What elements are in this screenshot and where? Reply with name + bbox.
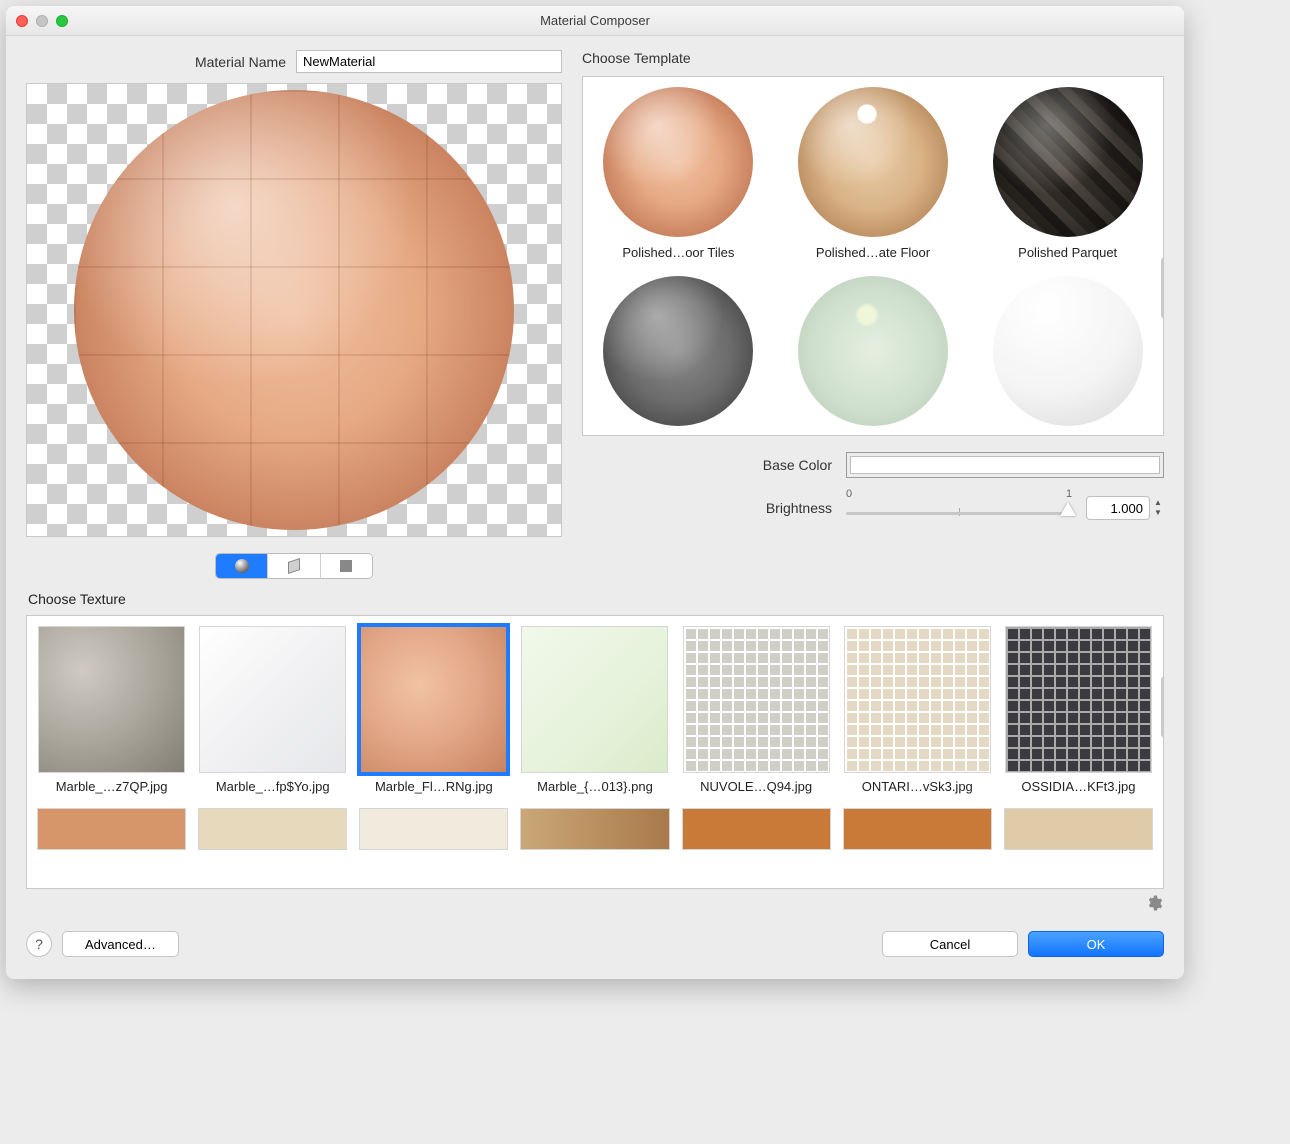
brightness-track	[846, 512, 1072, 515]
texture-item[interactable]: Marble_{…013}.png	[520, 626, 669, 794]
ok-button[interactable]: OK	[1028, 931, 1164, 957]
template-item[interactable]	[784, 272, 963, 436]
preview-shape-switch	[215, 553, 373, 579]
template-label: Polished Parquet	[978, 245, 1157, 260]
template-item[interactable]: Polished Parquet	[978, 83, 1157, 262]
cube-icon	[288, 558, 300, 574]
cancel-button[interactable]: Cancel	[882, 931, 1018, 957]
template-label: Polished…ate Floor	[784, 245, 963, 260]
template-scrollbar-thumb[interactable]	[1161, 257, 1164, 319]
texture-item[interactable]: Marble_…z7QP.jpg	[37, 626, 186, 794]
template-item[interactable]	[589, 272, 768, 436]
texture-item[interactable]	[843, 808, 992, 850]
brightness-max-label: 1	[1066, 488, 1072, 500]
template-label: Polished…oor Tiles	[589, 245, 768, 260]
texture-label: Marble_…z7QP.jpg	[37, 779, 186, 794]
brightness-input[interactable]	[1086, 496, 1150, 520]
texture-label: Marble_{…013}.png	[520, 779, 669, 794]
material-name-input[interactable]	[296, 50, 562, 73]
texture-thumbnail	[199, 626, 346, 773]
brightness-label: Brightness	[582, 500, 832, 516]
choose-template-heading: Choose Template	[582, 50, 1164, 66]
texture-label: OSSIDIA…KFt3.jpg	[1004, 779, 1153, 794]
texture-item[interactable]	[198, 808, 347, 850]
help-button[interactable]: ?	[26, 931, 52, 957]
brightness-thumb[interactable]	[1060, 502, 1076, 516]
texture-label: ONTARI…vSk3.jpg	[843, 779, 992, 794]
texture-item[interactable]: NUVOLE…Q94.jpg	[682, 626, 831, 794]
texture-item[interactable]: OSSIDIA…KFt3.jpg	[1004, 626, 1153, 794]
texture-scrollbar-thumb[interactable]	[1161, 676, 1164, 738]
texture-label: Marble_Fl…RNg.jpg	[359, 779, 508, 794]
texture-list[interactable]: Marble_…z7QP.jpg Marble_…fp$Yo.jpg Marble_…	[26, 615, 1164, 889]
brightness-step-up[interactable]: ▲	[1154, 499, 1164, 507]
window-title: Material Composer	[6, 13, 1184, 28]
texture-thumbnail	[683, 626, 830, 773]
template-item[interactable]: Polished…oor Tiles	[589, 83, 768, 262]
template-item[interactable]	[978, 272, 1157, 436]
choose-texture-heading: Choose Texture	[28, 591, 1164, 607]
material-composer-window: Material Composer Material Name	[6, 6, 1184, 979]
texture-item[interactable]	[682, 808, 831, 850]
texture-thumbnail	[360, 626, 507, 773]
preview-sphere-button[interactable]	[216, 554, 268, 578]
texture-item[interactable]	[37, 808, 186, 850]
base-color-label: Base Color	[582, 457, 832, 473]
texture-item[interactable]: Marble_Fl…RNg.jpg	[359, 626, 508, 794]
preview-cube-button[interactable]	[268, 554, 320, 578]
brightness-min-label: 0	[846, 488, 852, 500]
texture-item[interactable]	[1004, 808, 1153, 850]
template-preview-sphere	[603, 87, 753, 237]
titlebar: Material Composer	[6, 6, 1184, 36]
sphere-icon	[235, 559, 249, 573]
advanced-button[interactable]: Advanced…	[62, 931, 179, 957]
preview-sphere	[74, 90, 514, 530]
texture-item[interactable]: Marble_…fp$Yo.jpg	[198, 626, 347, 794]
template-item[interactable]: Polished…ate Floor	[784, 83, 963, 262]
template-preview-sphere	[993, 276, 1143, 426]
texture-thumbnail	[38, 626, 185, 773]
texture-thumbnail	[1005, 626, 1152, 773]
preview-flat-button[interactable]	[321, 554, 372, 578]
texture-item[interactable]	[359, 808, 508, 850]
settings-gear-icon[interactable]	[1144, 893, 1164, 913]
texture-thumbnail	[844, 626, 991, 773]
texture-item[interactable]: ONTARI…vSk3.jpg	[843, 626, 992, 794]
template-preview-sphere	[603, 276, 753, 426]
brightness-slider[interactable]: 0 1	[846, 494, 1072, 522]
texture-label: NUVOLE…Q94.jpg	[682, 779, 831, 794]
texture-thumbnail	[521, 626, 668, 773]
template-preview-sphere	[798, 276, 948, 426]
texture-item[interactable]	[520, 808, 669, 850]
texture-label: Marble_…fp$Yo.jpg	[198, 779, 347, 794]
template-preview-sphere	[993, 87, 1143, 237]
template-preview-sphere	[798, 87, 948, 237]
template-list[interactable]: Polished…oor Tiles Polished…ate Floor Poli…	[582, 76, 1164, 436]
flat-icon	[340, 560, 352, 572]
base-color-swatch[interactable]	[846, 452, 1164, 478]
material-name-label: Material Name	[195, 54, 286, 70]
material-preview[interactable]	[26, 83, 562, 537]
brightness-step-down[interactable]: ▼	[1154, 509, 1164, 517]
